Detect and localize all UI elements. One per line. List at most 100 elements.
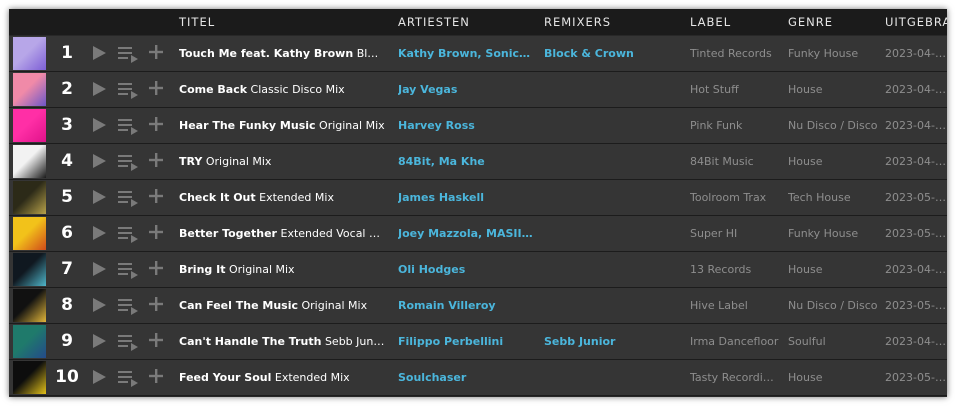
track-remixers[interactable] [544, 72, 679, 107]
track-remixers[interactable] [544, 252, 679, 287]
track-title-cell[interactable]: Can't Handle The Truth Sebb Junior Remix [179, 324, 385, 359]
track-genre[interactable]: House [788, 72, 878, 107]
track-artists[interactable]: Romain Villeroy [398, 288, 533, 323]
cover-art[interactable] [13, 181, 46, 214]
track-label[interactable]: Pink Funk [690, 108, 780, 143]
track-artists[interactable]: Jay Vegas [398, 72, 533, 107]
track-row[interactable]: 3 Hear The Funky Music Original Mix Harvey… [9, 108, 947, 144]
column-header-genre[interactable]: GENRE [788, 9, 833, 35]
track-remixers[interactable]: Sebb Junior [544, 324, 679, 359]
play-icon[interactable] [91, 189, 107, 205]
cover-art[interactable] [13, 109, 46, 142]
track-title[interactable]: Can Feel The Music [179, 299, 298, 312]
column-header-remixers[interactable]: REMIXERS [544, 9, 611, 35]
column-header-title[interactable]: TITEL [179, 9, 215, 35]
plus-icon[interactable] [149, 152, 163, 167]
plus-icon[interactable] [149, 44, 163, 59]
track-artists[interactable]: Oli Hodges [398, 252, 533, 287]
plus-icon[interactable] [149, 188, 163, 203]
column-header-label[interactable]: LABEL [690, 9, 731, 35]
track-remixers[interactable] [544, 144, 679, 179]
play-icon[interactable] [91, 333, 107, 349]
track-artists[interactable]: Joey Mazzola, MASIIVO, Juliet Fox [398, 216, 533, 251]
play-icon[interactable] [91, 261, 107, 277]
track-genre[interactable]: House [788, 360, 878, 395]
track-label[interactable]: Irma Dancefloor [690, 324, 780, 359]
add-to-queue-icon[interactable] [117, 45, 139, 63]
track-title-cell[interactable]: Hear The Funky Music Original Mix [179, 108, 385, 143]
track-genre[interactable]: House [788, 144, 878, 179]
add-to-queue-icon[interactable] [117, 297, 139, 315]
track-artists[interactable]: Soulchaser [398, 360, 533, 395]
add-to-queue-icon[interactable] [117, 117, 139, 135]
track-row[interactable]: 9 Can't Handle The Truth Sebb Junior Remi… [9, 324, 947, 360]
track-artists[interactable]: James Haskell [398, 180, 533, 215]
plus-icon[interactable] [149, 332, 163, 347]
track-artists[interactable]: Kathy Brown, Sonic Soul Orchestra [398, 36, 533, 71]
cover-art[interactable] [13, 73, 46, 106]
track-title-cell[interactable]: TRY Original Mix [179, 144, 385, 179]
track-row[interactable]: 6 Better Together Extended Vocal Mix Joey … [9, 216, 947, 252]
track-label[interactable]: Tasty Recordings [690, 360, 780, 395]
track-row[interactable]: 7 Bring It Original Mix Oli Hodges 13 Recor… [9, 252, 947, 288]
track-genre[interactable]: Tech House [788, 180, 878, 215]
cover-art[interactable] [13, 37, 46, 70]
plus-icon[interactable] [149, 368, 163, 383]
play-icon[interactable] [91, 369, 107, 385]
plus-icon[interactable] [149, 296, 163, 311]
track-title-cell[interactable]: Touch Me feat. Kathy Brown Block & Crown… [179, 36, 385, 71]
track-row[interactable]: 2 Come Back Classic Disco Mix Jay Vegas Hot… [9, 72, 947, 108]
track-row[interactable]: 1 Touch Me feat. Kathy Brown Block & Crow… [9, 36, 947, 72]
track-title[interactable]: Better Together [179, 227, 277, 240]
cover-art[interactable] [13, 361, 46, 394]
add-to-queue-icon[interactable] [117, 189, 139, 207]
track-label[interactable]: Super HI [690, 216, 780, 251]
add-to-queue-icon[interactable] [117, 153, 139, 171]
play-icon[interactable] [91, 81, 107, 97]
track-remixers[interactable] [544, 108, 679, 143]
track-label[interactable]: Hot Stuff [690, 72, 780, 107]
track-title[interactable]: Bring It [179, 263, 225, 276]
track-genre[interactable]: Soulful [788, 324, 878, 359]
track-title-cell[interactable]: Come Back Classic Disco Mix [179, 72, 385, 107]
track-title[interactable]: Hear The Funky Music [179, 119, 316, 132]
track-label[interactable]: Toolroom Trax [690, 180, 780, 215]
track-row[interactable]: 5 Check It Out Extended Mix James Haskell T… [9, 180, 947, 216]
cover-art[interactable] [13, 253, 46, 286]
play-icon[interactable] [91, 45, 107, 61]
add-to-queue-icon[interactable] [117, 225, 139, 243]
column-header-artists[interactable]: ARTIESTEN [398, 9, 470, 35]
track-genre[interactable]: Nu Disco / Disco [788, 288, 878, 323]
track-genre[interactable]: House [788, 252, 878, 287]
track-row[interactable]: 4 TRY Original Mix 84Bit, Ma Khe 84Bit Musi… [9, 144, 947, 180]
track-title[interactable]: Check It Out [179, 191, 256, 204]
track-label[interactable]: Tinted Records [690, 36, 780, 71]
track-remixers[interactable] [544, 360, 679, 395]
column-header-released[interactable]: UITGEBRACHT [885, 9, 947, 35]
track-genre[interactable]: Funky House [788, 36, 878, 71]
plus-icon[interactable] [149, 80, 163, 95]
add-to-queue-icon[interactable] [117, 333, 139, 351]
track-title[interactable]: Touch Me feat. Kathy Brown [179, 47, 353, 60]
track-artists[interactable]: 84Bit, Ma Khe [398, 144, 533, 179]
add-to-queue-icon[interactable] [117, 261, 139, 279]
track-genre[interactable]: Funky House [788, 216, 878, 251]
plus-icon[interactable] [149, 260, 163, 275]
track-genre[interactable]: Nu Disco / Disco [788, 108, 878, 143]
track-row[interactable]: 8 Can Feel The Music Original Mix Romain V… [9, 288, 947, 324]
track-remixers[interactable]: Block & Crown [544, 36, 679, 71]
cover-art[interactable] [13, 289, 46, 322]
play-icon[interactable] [91, 117, 107, 133]
track-title[interactable]: Come Back [179, 83, 247, 96]
track-title[interactable]: TRY [179, 155, 202, 168]
add-to-queue-icon[interactable] [117, 369, 139, 387]
track-remixers[interactable] [544, 288, 679, 323]
track-row[interactable]: 10 Feed Your Soul Extended Mix Soulchaser T… [9, 360, 947, 396]
track-title-cell[interactable]: Can Feel The Music Original Mix [179, 288, 385, 323]
cover-art[interactable] [13, 217, 46, 250]
track-label[interactable]: 84Bit Music [690, 144, 780, 179]
plus-icon[interactable] [149, 116, 163, 131]
track-title-cell[interactable]: Feed Your Soul Extended Mix [179, 360, 385, 395]
track-label[interactable]: Hive Label [690, 288, 780, 323]
track-title[interactable]: Can't Handle The Truth [179, 335, 321, 348]
